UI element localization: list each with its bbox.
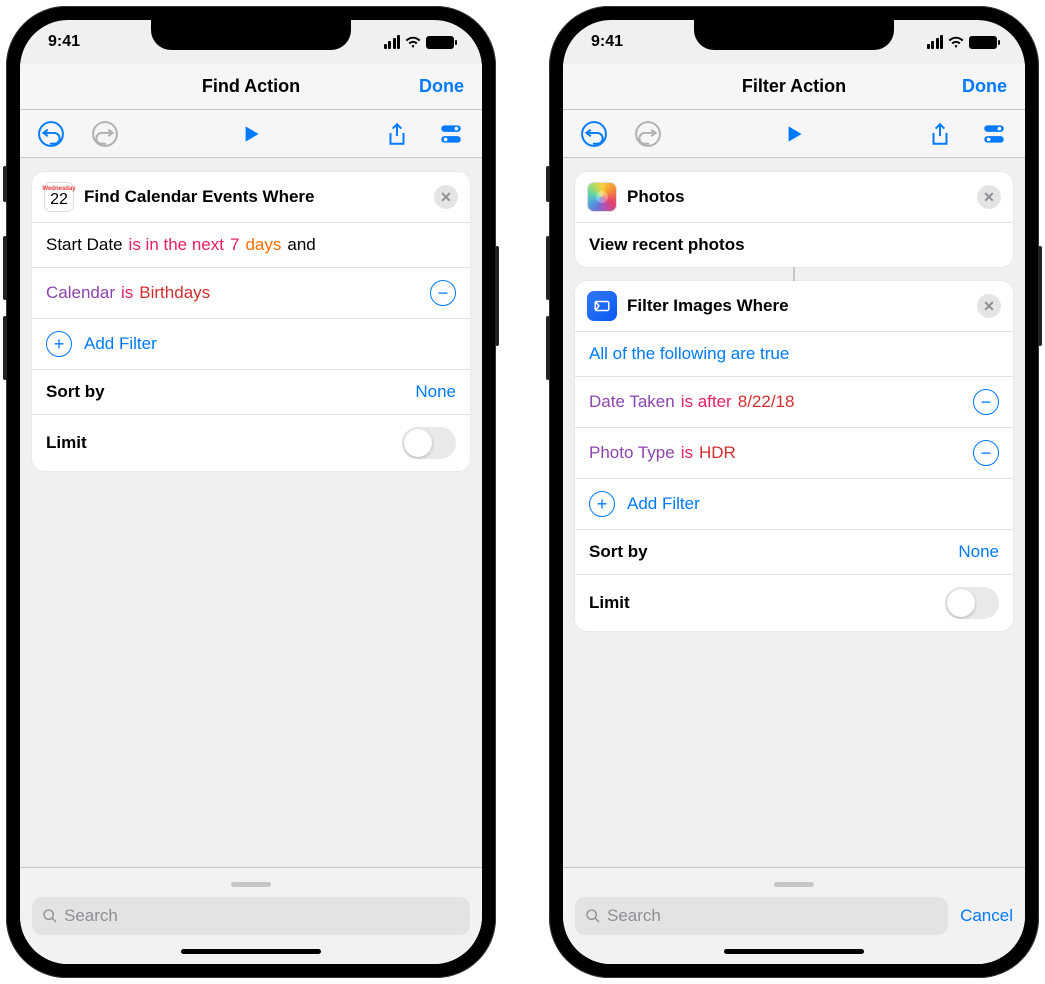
limit-row[interactable]: Limit bbox=[32, 415, 470, 471]
find-calendar-card: Wednesday 22 Find Calendar Events Where … bbox=[32, 172, 470, 471]
calendar-app-icon: Wednesday 22 bbox=[44, 182, 74, 212]
remove-filter-icon[interactable]: − bbox=[430, 280, 456, 306]
undo-button[interactable] bbox=[581, 121, 607, 147]
clock: 9:41 bbox=[48, 33, 80, 51]
redo-button bbox=[92, 121, 118, 147]
all-of-following-row[interactable]: All of the following are true bbox=[575, 332, 1013, 377]
phone-left: 9:41 Find Action Done bbox=[6, 6, 496, 978]
wifi-icon bbox=[404, 35, 422, 49]
shortcuts-app-icon bbox=[587, 291, 617, 321]
filter-row-date-taken[interactable]: Date Taken is after 8/22/18 − bbox=[575, 377, 1013, 428]
play-button[interactable] bbox=[781, 121, 807, 147]
photos-app-icon bbox=[587, 182, 617, 212]
cancel-button[interactable]: Cancel bbox=[960, 906, 1013, 926]
filter-images-card: Filter Images Where ✕ All of the followi… bbox=[575, 281, 1013, 631]
page-title: Find Action bbox=[202, 76, 300, 97]
notch bbox=[151, 20, 351, 50]
close-icon[interactable]: ✕ bbox=[434, 185, 458, 209]
card-title: Filter Images Where bbox=[627, 296, 967, 316]
settings-button[interactable] bbox=[438, 121, 464, 147]
share-button[interactable] bbox=[384, 121, 410, 147]
plus-icon: + bbox=[46, 331, 72, 357]
page-title: Filter Action bbox=[742, 76, 846, 97]
sheet-grabber[interactable] bbox=[774, 882, 814, 887]
plus-icon: + bbox=[589, 491, 615, 517]
toolbar bbox=[563, 110, 1025, 158]
settings-button[interactable] bbox=[981, 121, 1007, 147]
sheet-grabber[interactable] bbox=[231, 882, 271, 887]
bottom-sheet[interactable]: Search bbox=[20, 867, 482, 964]
undo-button[interactable] bbox=[38, 121, 64, 147]
remove-filter-icon[interactable]: − bbox=[973, 440, 999, 466]
search-input[interactable]: Search bbox=[575, 897, 948, 935]
cellular-icon bbox=[927, 35, 944, 49]
close-icon[interactable]: ✕ bbox=[977, 294, 1001, 318]
sort-by-row[interactable]: Sort by None bbox=[32, 370, 470, 415]
sort-by-row[interactable]: Sort by None bbox=[575, 530, 1013, 575]
done-button[interactable]: Done bbox=[419, 76, 464, 97]
battery-icon bbox=[969, 36, 997, 49]
done-button[interactable]: Done bbox=[962, 76, 1007, 97]
add-filter-button[interactable]: + Add Filter bbox=[32, 319, 470, 370]
search-input[interactable]: Search bbox=[32, 897, 470, 935]
navigation-bar: Filter Action Done bbox=[563, 64, 1025, 110]
share-button[interactable] bbox=[927, 121, 953, 147]
flow-connector bbox=[793, 267, 795, 281]
cellular-icon bbox=[384, 35, 401, 49]
wifi-icon bbox=[947, 35, 965, 49]
toolbar bbox=[20, 110, 482, 158]
card-title: Find Calendar Events Where bbox=[84, 187, 424, 207]
remove-filter-icon[interactable]: − bbox=[973, 389, 999, 415]
search-icon bbox=[585, 908, 601, 924]
filter-row-photo-type[interactable]: Photo Type is HDR − bbox=[575, 428, 1013, 479]
phone-right: 9:41 Filter Action Done bbox=[549, 6, 1039, 978]
home-indicator[interactable] bbox=[724, 949, 864, 954]
view-recent-photos[interactable]: View recent photos bbox=[575, 223, 1013, 267]
navigation-bar: Find Action Done bbox=[20, 64, 482, 110]
add-filter-button[interactable]: + Add Filter bbox=[575, 479, 1013, 530]
home-indicator[interactable] bbox=[181, 949, 321, 954]
limit-toggle[interactable] bbox=[945, 587, 999, 619]
filter-row-start-date[interactable]: Start Date is in the next 7 days and bbox=[32, 223, 470, 268]
close-icon[interactable]: ✕ bbox=[977, 185, 1001, 209]
filter-row-calendar[interactable]: Calendar is Birthdays − bbox=[32, 268, 470, 319]
redo-button bbox=[635, 121, 661, 147]
limit-toggle[interactable] bbox=[402, 427, 456, 459]
card-title: Photos bbox=[627, 187, 967, 207]
play-button[interactable] bbox=[238, 121, 264, 147]
limit-row[interactable]: Limit bbox=[575, 575, 1013, 631]
search-icon bbox=[42, 908, 58, 924]
bottom-sheet[interactable]: Search Cancel bbox=[563, 867, 1025, 964]
notch bbox=[694, 20, 894, 50]
battery-icon bbox=[426, 36, 454, 49]
clock: 9:41 bbox=[591, 33, 623, 51]
photos-card[interactable]: Photos ✕ View recent photos bbox=[575, 172, 1013, 267]
